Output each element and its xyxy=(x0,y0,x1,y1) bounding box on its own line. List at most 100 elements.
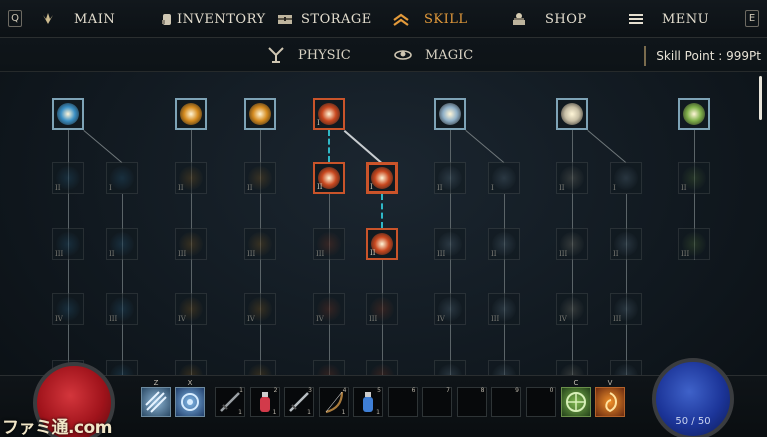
tab-magic[interactable]: MAGIC xyxy=(393,46,473,64)
item-slot[interactable]: 21 xyxy=(249,387,280,417)
skill-node[interactable]: III xyxy=(556,228,588,260)
skill-node[interactable] xyxy=(313,360,345,375)
tree-scrollbar[interactable] xyxy=(759,76,762,120)
skill-node[interactable]: I xyxy=(313,98,345,130)
item-slot-key: 3 xyxy=(308,387,312,394)
skill-rank-label: III xyxy=(437,250,446,258)
skill-node[interactable]: III xyxy=(175,228,207,260)
skill-rank-label: IV xyxy=(316,315,324,323)
skill-node[interactable]: IV xyxy=(556,293,588,325)
skill-node[interactable]: II xyxy=(175,162,207,194)
skill-node[interactable]: III xyxy=(244,228,276,260)
item-slot[interactable]: 41 xyxy=(318,387,349,417)
skill-rank-label: II xyxy=(247,184,253,192)
skill-rank-label: I xyxy=(613,184,616,192)
tab-skill[interactable]: SKILL xyxy=(392,0,468,38)
skill-node[interactable]: IV xyxy=(313,293,345,325)
skill-slot-v[interactable] xyxy=(595,387,625,417)
tab-shop-label: SHOP xyxy=(545,11,587,27)
skill-node[interactable] xyxy=(52,98,84,130)
skill-emblem-icon xyxy=(560,364,584,375)
tab-inventory[interactable]: INVENTORY xyxy=(159,0,266,38)
item-slot[interactable]: 7 xyxy=(422,387,452,417)
skill-slot-c[interactable] xyxy=(561,387,591,417)
tab-menu[interactable]: MENU xyxy=(628,0,709,38)
skill-rank-label: III xyxy=(247,250,256,258)
skill-node[interactable]: I xyxy=(610,162,642,194)
skill-node[interactable]: IV xyxy=(175,293,207,325)
skill-node[interactable]: III xyxy=(313,228,345,260)
skill-rank-label: IV xyxy=(437,315,445,323)
tab-inventory-label: INVENTORY xyxy=(177,11,266,27)
skill-node[interactable] xyxy=(556,360,588,375)
skill-rank-label: I xyxy=(109,184,112,192)
skill-node[interactable] xyxy=(366,360,398,375)
skill-node[interactable]: III xyxy=(434,228,466,260)
skill-node[interactable]: I xyxy=(488,162,520,194)
tab-physic[interactable]: PHYSIC xyxy=(266,46,351,64)
item-slot[interactable]: 0 xyxy=(525,387,556,417)
skill-node[interactable] xyxy=(244,98,276,130)
skill-node[interactable] xyxy=(175,360,207,375)
item-slot[interactable]: 51 xyxy=(353,387,383,417)
tab-shop[interactable]: SHOP xyxy=(511,0,587,38)
item-slot[interactable]: 9 xyxy=(491,387,521,417)
skill-node[interactable] xyxy=(678,98,710,130)
skill-node[interactable]: II xyxy=(244,162,276,194)
skill-rank-label: II xyxy=(437,184,443,192)
skill-rank-label: III xyxy=(55,250,64,258)
skill-emblem-icon xyxy=(180,103,202,125)
skill-rank-label: II xyxy=(317,183,323,191)
skill-node[interactable] xyxy=(175,98,207,130)
skill-rank-label: III xyxy=(109,315,118,323)
skill-node[interactable]: II xyxy=(434,162,466,194)
skill-slot-x[interactable] xyxy=(175,387,205,417)
skill-node[interactable]: III xyxy=(106,293,138,325)
skill-node[interactable]: I xyxy=(106,162,138,194)
skill-node[interactable] xyxy=(556,98,588,130)
skill-node[interactable] xyxy=(434,98,466,130)
skill-rank-label: III xyxy=(316,250,325,258)
skill-node[interactable]: III xyxy=(488,293,520,325)
item-slot[interactable]: 8 xyxy=(456,387,487,417)
skill-node[interactable]: II xyxy=(610,228,642,260)
skill-node[interactable]: II xyxy=(556,162,588,194)
skill-node[interactable]: II xyxy=(678,162,710,194)
skill-slot-z[interactable] xyxy=(141,387,171,417)
skill-emblem-icon xyxy=(492,364,516,375)
item-slot[interactable]: 11 xyxy=(215,387,245,417)
skill-node[interactable] xyxy=(106,360,138,375)
skill-node[interactable]: II xyxy=(52,162,84,194)
item-count: 1 xyxy=(272,409,277,416)
skill-node[interactable]: II xyxy=(106,228,138,260)
item-slot-key: 1 xyxy=(239,387,243,394)
unlocked-connector xyxy=(381,194,383,228)
skill-node[interactable]: III xyxy=(610,293,642,325)
skill-node[interactable] xyxy=(610,360,642,375)
next-tab-key[interactable]: E xyxy=(745,10,759,27)
skill-node[interactable]: III xyxy=(366,293,398,325)
item-slot[interactable]: 6 xyxy=(387,387,418,417)
tab-skill-label: SKILL xyxy=(424,11,468,27)
skill-node[interactable]: II xyxy=(366,228,398,260)
skill-node[interactable]: II xyxy=(313,162,345,194)
skill-node[interactable]: III xyxy=(52,228,84,260)
skill-node[interactable]: I xyxy=(366,162,398,194)
item-slot[interactable]: 31 xyxy=(284,387,314,417)
tab-storage[interactable]: STORAGE xyxy=(277,0,372,38)
prev-tab-key[interactable]: Q xyxy=(8,10,22,27)
skill-connector xyxy=(626,194,627,375)
skill-node[interactable] xyxy=(244,360,276,375)
skill-node[interactable]: IV xyxy=(52,293,84,325)
skill-node[interactable] xyxy=(434,360,466,375)
skill-node[interactable]: IV xyxy=(434,293,466,325)
skill-node[interactable]: II xyxy=(488,228,520,260)
skill-node[interactable]: III xyxy=(678,228,710,260)
skill-rank-label: III xyxy=(369,315,378,323)
item-slot-key: 9 xyxy=(515,387,519,394)
item-slot-key: 6 xyxy=(411,387,416,394)
tab-main[interactable]: MAIN xyxy=(40,0,115,38)
skill-node[interactable]: IV xyxy=(244,293,276,325)
skill-rank-label: II xyxy=(370,249,376,257)
skill-node[interactable] xyxy=(488,360,520,375)
